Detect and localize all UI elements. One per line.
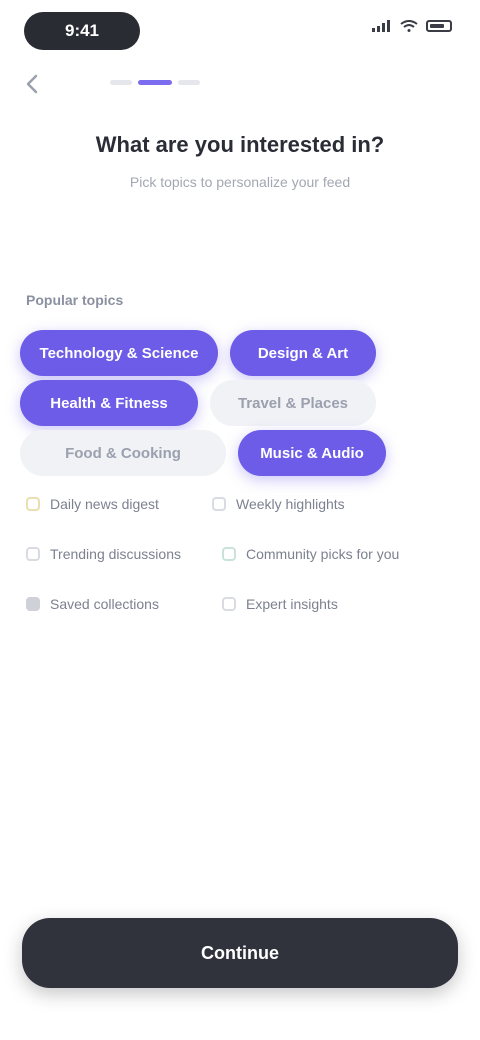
- preference-label: Daily news digest: [50, 496, 159, 512]
- checkbox-icon: [222, 547, 236, 561]
- checkbox-icon: [212, 497, 226, 511]
- back-button[interactable]: [18, 70, 46, 98]
- preference-label: Trending discussions: [50, 546, 181, 562]
- preference-label: Expert insights: [246, 596, 338, 612]
- section-label: Popular topics: [26, 292, 124, 308]
- topic-chip[interactable]: Health & Fitness: [20, 380, 198, 426]
- step-indicator: [110, 80, 200, 85]
- topic-chip[interactable]: Design & Art: [230, 330, 376, 376]
- status-bar: 9:41: [0, 0, 480, 64]
- step-dot: [178, 80, 200, 85]
- checkbox-icon: [26, 547, 40, 561]
- checkbox-icon: [26, 597, 40, 611]
- checkbox-icon: [222, 597, 236, 611]
- nav-row: [0, 68, 480, 100]
- status-time: 9:41: [24, 12, 140, 50]
- preference-item[interactable]: Trending discussions: [26, 540, 181, 568]
- checkbox-icon: [26, 497, 40, 511]
- signal-icon: [372, 20, 390, 32]
- topic-chip[interactable]: Travel & Places: [210, 380, 376, 426]
- battery-icon: [426, 20, 452, 32]
- preference-item[interactable]: Community picks for you: [222, 540, 399, 568]
- topic-chip[interactable]: Technology & Science: [20, 330, 218, 376]
- preference-label: Weekly highlights: [236, 496, 345, 512]
- topic-chip[interactable]: Music & Audio: [238, 430, 386, 476]
- preference-label: Community picks for you: [246, 546, 400, 562]
- heading-block: What are you interested in? Pick topics …: [70, 130, 410, 192]
- preference-item[interactable]: Expert insights: [222, 590, 338, 618]
- preference-label: Saved collections: [50, 596, 159, 612]
- step-dot: [138, 80, 172, 85]
- continue-button[interactable]: Continue: [22, 918, 458, 988]
- wifi-icon: [400, 20, 418, 32]
- topic-chip[interactable]: Food & Cooking: [20, 430, 226, 476]
- preference-item[interactable]: Saved collections: [26, 590, 159, 618]
- page-title: What are you interested in?: [95, 132, 385, 157]
- step-dot: [110, 80, 132, 85]
- chevron-left-icon: [26, 74, 38, 94]
- page-subtitle: Pick topics to personalize your feed: [129, 174, 351, 190]
- preference-item[interactable]: Weekly highlights: [212, 490, 345, 518]
- status-icons: [372, 20, 452, 32]
- preference-item[interactable]: Daily news digest: [26, 490, 159, 518]
